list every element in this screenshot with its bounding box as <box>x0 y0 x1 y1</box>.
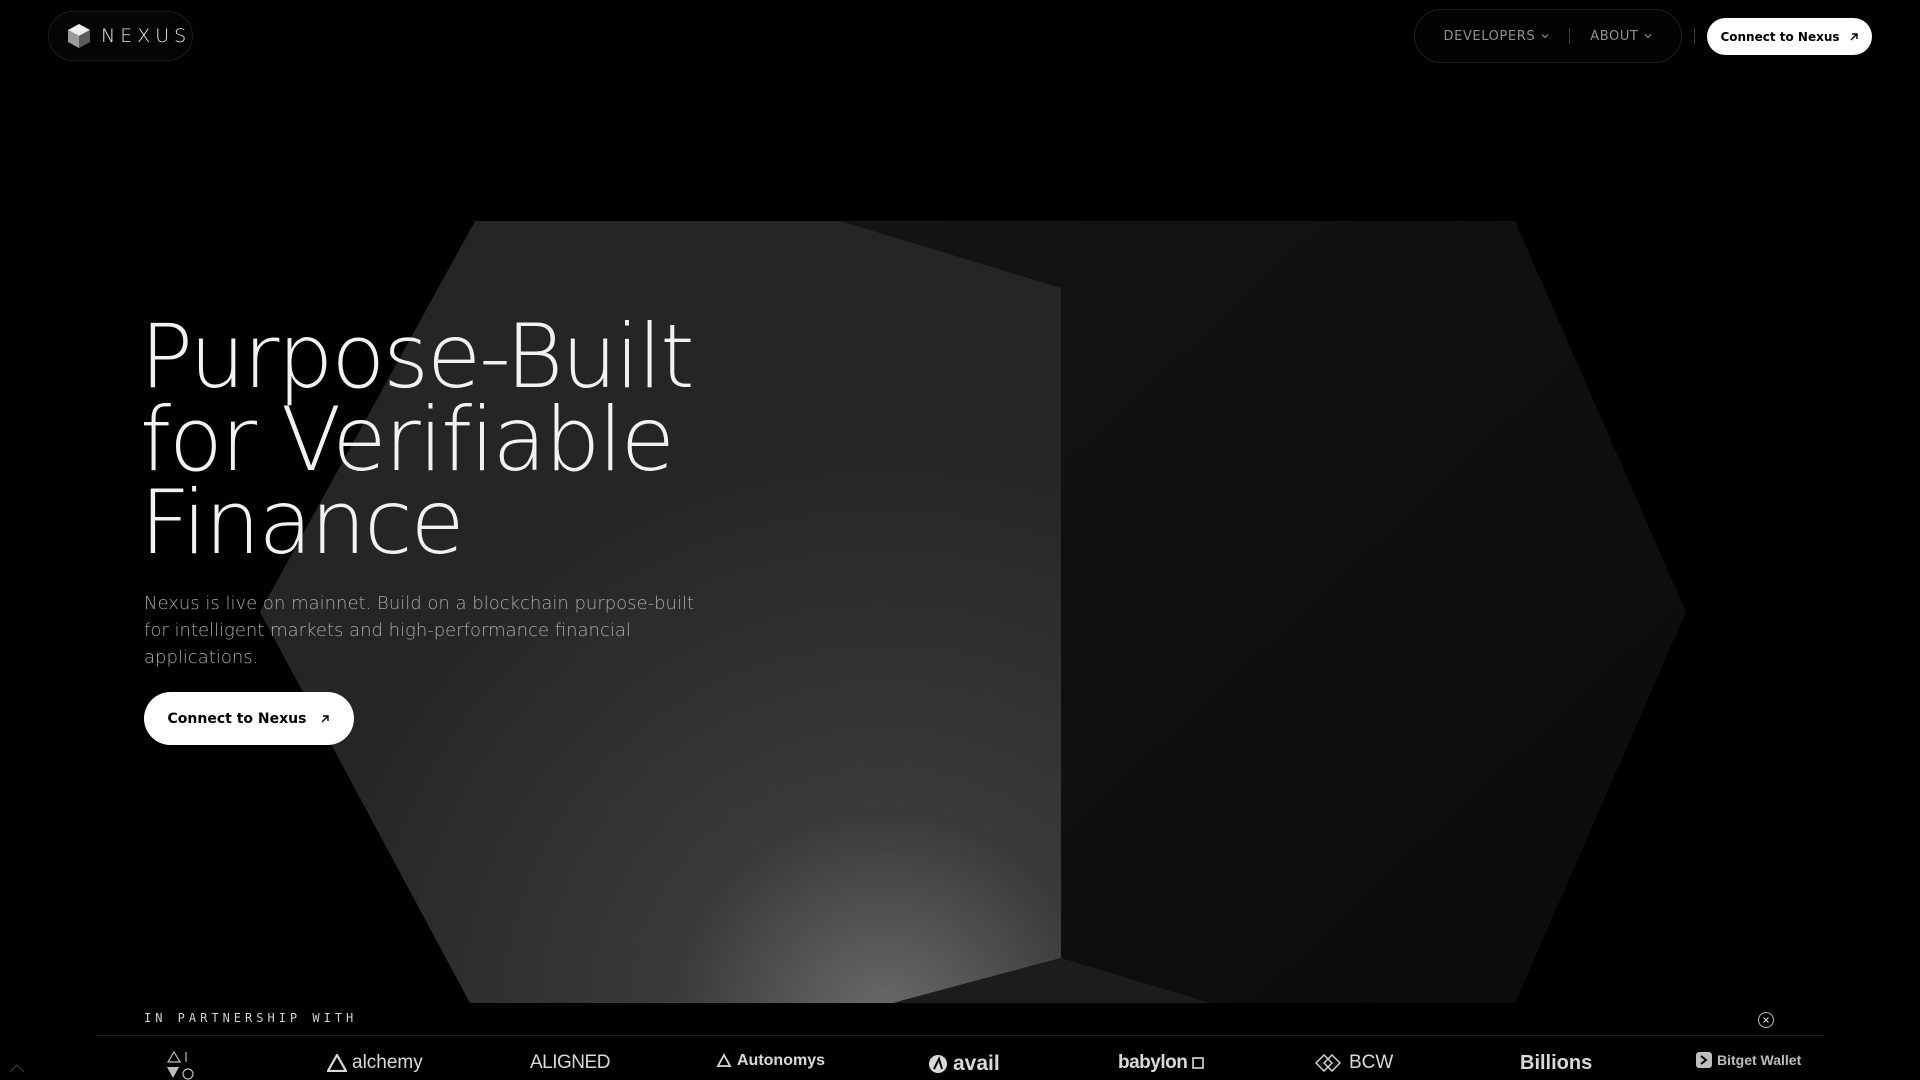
partner-logo-babylon: babylon <box>1118 1052 1205 1074</box>
partner-logo-billions: Billions <box>1520 1052 1592 1075</box>
header-divider <box>1694 28 1695 44</box>
partner-logo-label: ALIGNED <box>530 1052 610 1073</box>
nav-item-about[interactable]: ABOUT <box>1570 29 1672 44</box>
nav-item-developers[interactable]: DEVELOPERS <box>1424 29 1570 44</box>
partner-logo-bcw: BCW <box>1314 1052 1393 1074</box>
corner-glyph-icon <box>9 1064 25 1073</box>
hero-title-line: Finance <box>140 471 465 574</box>
header-connect-label: Connect to Nexus <box>1720 29 1840 44</box>
partner-logo-aligned: ALIGNED <box>530 1052 610 1074</box>
bcw-mark-icon <box>1315 1054 1341 1072</box>
partners-close-button[interactable] <box>1758 1012 1774 1028</box>
arrow-up-right-icon <box>1850 32 1858 40</box>
partner-logo-label: avail <box>953 1052 1000 1075</box>
nav-item-label: DEVELOPERS <box>1443 28 1536 44</box>
hero-title-line: Purpose-Built <box>140 305 695 408</box>
partner-logo-label: Bitget Wallet <box>1717 1052 1802 1068</box>
hero-connect-label: Connect to Nexus <box>167 710 307 727</box>
partner-logos: alchemy ALIGNED Autonomys avail babylon … <box>0 1046 1920 1080</box>
partner-logo-label: alchemy <box>352 1052 423 1073</box>
hero-title: Purpose-Built for Verifiable Finance <box>140 305 695 574</box>
autonomys-mark-icon <box>716 1053 732 1067</box>
hero-subtitle: Nexus is live on mainnet. Build on a blo… <box>144 593 695 668</box>
geometric-shapes-icon <box>166 1050 194 1080</box>
partner-logo-label: BCW <box>1349 1052 1394 1073</box>
partner-logo-shapes <box>164 1050 196 1080</box>
hero-connect-button[interactable]: Connect to Nexus <box>144 692 354 745</box>
partners-label: IN PARTNERSHIP WITH <box>144 1011 358 1025</box>
header-connect-button[interactable]: Connect to Nexus <box>1707 18 1872 55</box>
arrow-up-right-icon <box>321 714 330 722</box>
brand-name: NEXUS <box>101 25 192 47</box>
hero-title-line: for Verifiable <box>140 388 675 491</box>
partner-logo-avail: avail <box>928 1052 1000 1076</box>
partner-logo-label: Autonomys <box>737 1052 825 1069</box>
avail-mark-icon <box>929 1055 947 1073</box>
close-icon <box>1763 1017 1769 1023</box>
partner-logo-label: Billions <box>1520 1052 1593 1074</box>
partner-logo-autonomys: Autonomys <box>716 1052 825 1070</box>
main-nav: DEVELOPERS ABOUT <box>1414 9 1682 63</box>
babylon-mark-icon <box>1192 1057 1205 1069</box>
alchemy-mark-icon <box>327 1054 347 1072</box>
chevron-down-icon <box>1541 34 1549 39</box>
partner-logo-alchemy: alchemy <box>327 1052 423 1074</box>
partner-logo-label: babylon <box>1118 1052 1188 1073</box>
nav-item-label: ABOUT <box>1590 28 1639 44</box>
chevron-down-icon <box>1645 34 1652 39</box>
bitget-mark-icon <box>1696 1052 1712 1068</box>
partners-divider <box>96 1035 1824 1036</box>
brand-logo[interactable]: NEXUS <box>48 11 193 61</box>
cube-icon <box>68 24 90 48</box>
partner-logo-bitget-wallet: Bitget Wallet <box>1696 1052 1801 1068</box>
